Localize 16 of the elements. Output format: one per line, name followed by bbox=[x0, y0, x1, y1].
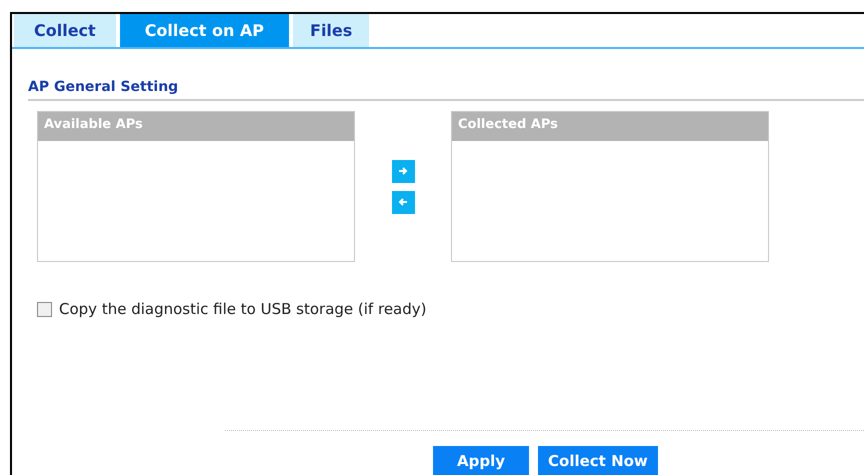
collect-now-button[interactable]: Collect Now bbox=[538, 446, 658, 475]
right-arrow-icon bbox=[398, 166, 408, 176]
checkbox[interactable] bbox=[37, 302, 52, 316]
ap-list-box[interactable]: Collected APs bbox=[451, 111, 769, 262]
ap-list-box[interactable]: Available APs bbox=[37, 111, 355, 262]
left-arrow-icon bbox=[398, 197, 408, 207]
move-left-button[interactable] bbox=[392, 190, 414, 214]
apply-button[interactable]: Apply bbox=[433, 446, 530, 475]
list-header: Available APs bbox=[38, 112, 354, 141]
tab[interactable]: Collect bbox=[14, 14, 116, 47]
tab[interactable]: Collect on AP bbox=[120, 14, 290, 47]
section-title: AP General Setting bbox=[28, 79, 864, 101]
list-header: Collected APs bbox=[452, 112, 768, 141]
move-right-button[interactable] bbox=[392, 160, 414, 182]
checkbox-label: Copy the diagnostic file to USB storage (if ready) bbox=[59, 300, 426, 318]
tab[interactable]: Files bbox=[293, 14, 370, 47]
